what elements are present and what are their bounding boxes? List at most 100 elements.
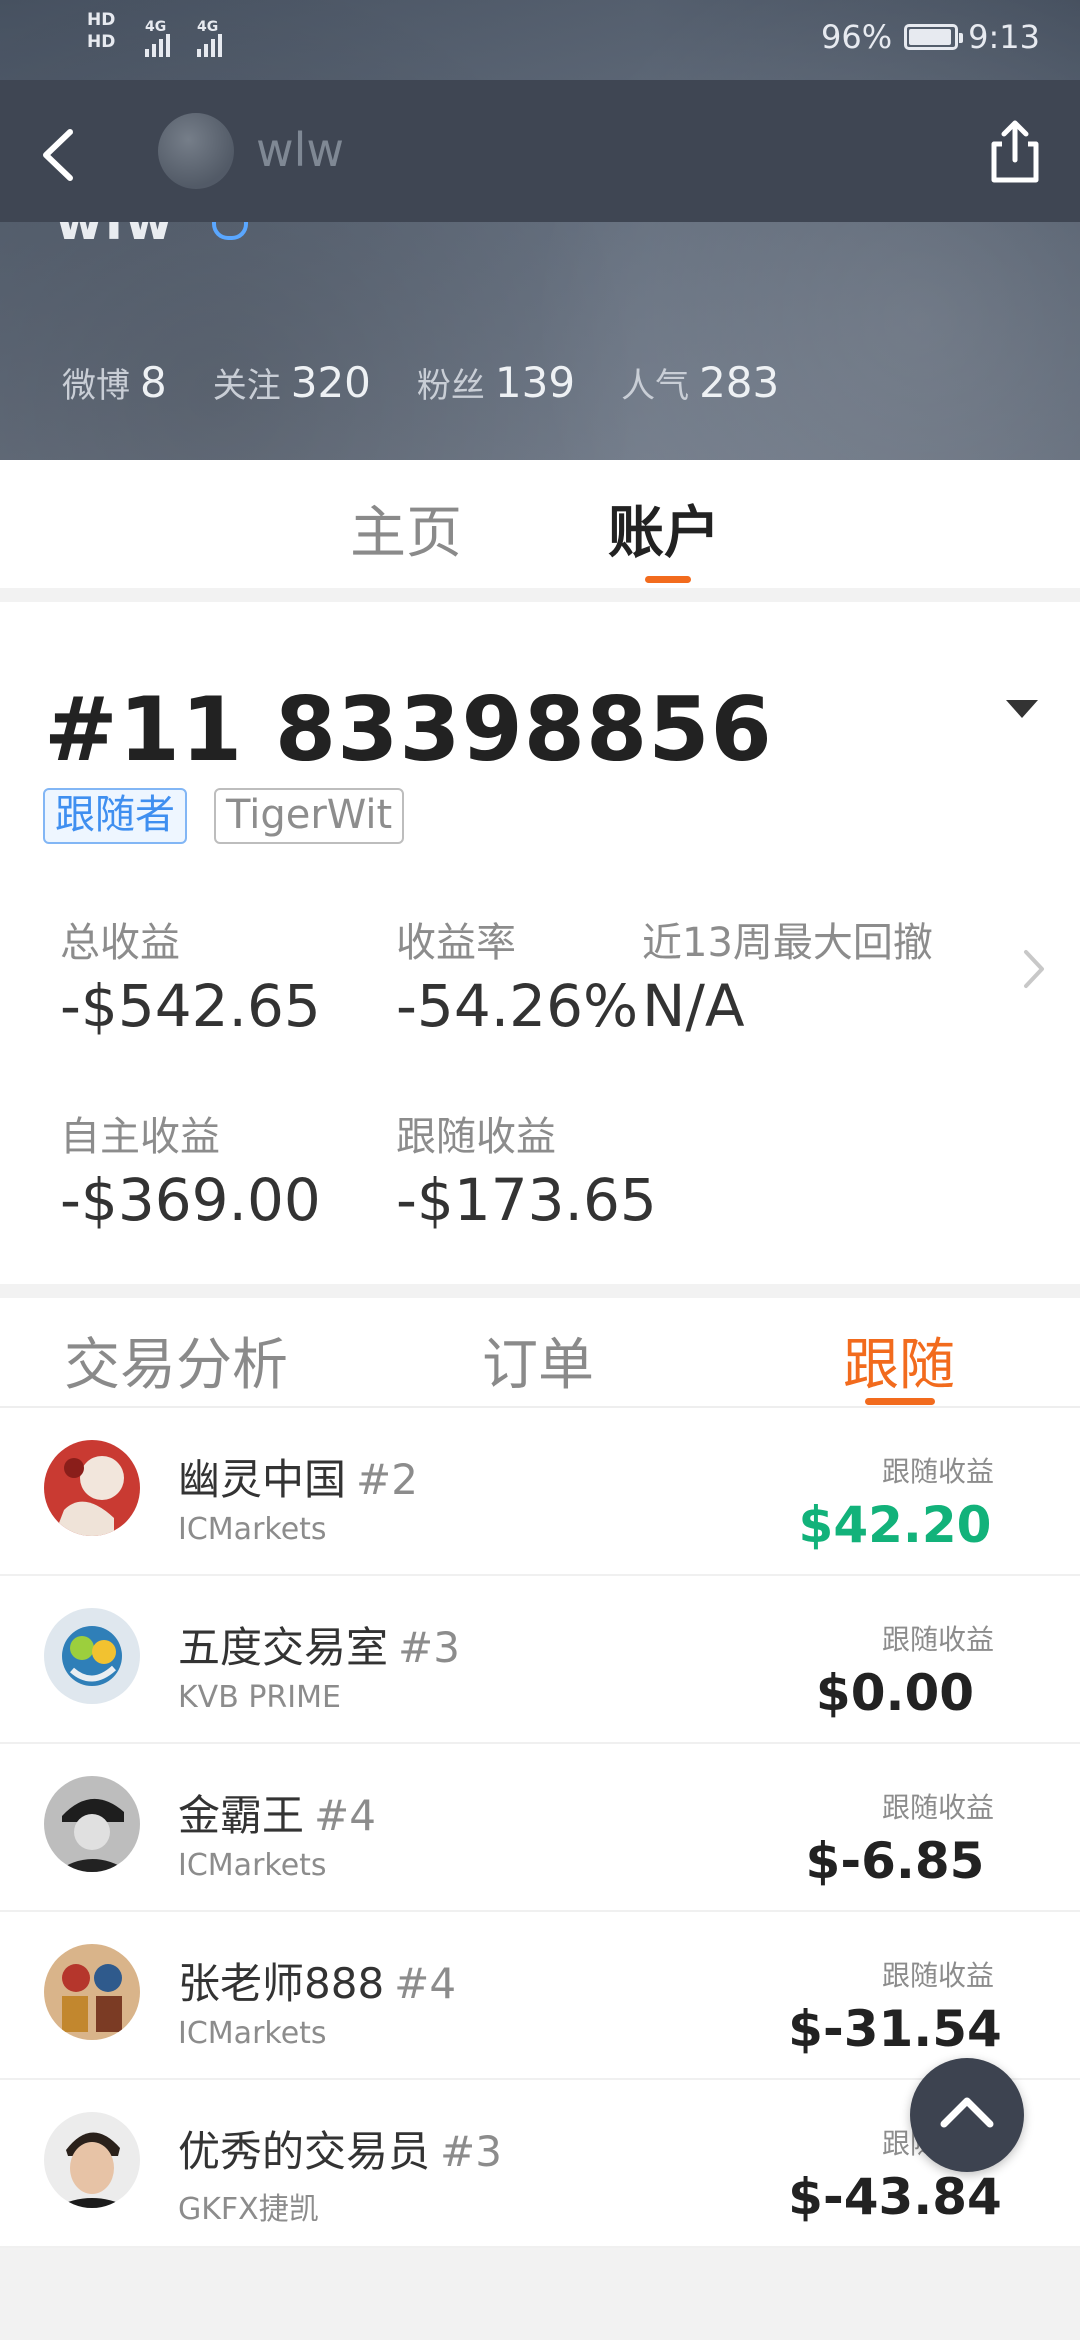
metric-self-profit: 自主收益 -$369.00: [60, 1104, 321, 1234]
metric-label: 自主收益: [60, 1114, 220, 1160]
trader-name: 五度交易室 #3: [178, 1614, 460, 1675]
trader-name: 张老师888 #4: [178, 1950, 456, 2011]
avatar: [44, 1776, 140, 1872]
trader-name-text: 金霸王: [178, 1791, 305, 1840]
stat-value: 320: [290, 358, 371, 407]
chevron-left-icon: [43, 129, 73, 181]
stat-fans[interactable]: 粉丝 139: [417, 358, 575, 407]
clock: 9:13: [968, 18, 1040, 56]
profile-banner: HD HD 4G 4G 96% 9:13 wlw 微博 8 关注 320 粉丝 …: [0, 0, 1080, 460]
account-summary-card: #11 83398856 跟随者 TigerWit 总收益 -$542.65 收…: [0, 602, 1080, 1284]
sim2-indicator: HD: [85, 32, 117, 51]
metric-value: N/A: [642, 972, 745, 1040]
tab-account[interactable]: 账户: [608, 488, 720, 569]
metric-label: 总收益: [60, 920, 180, 966]
stat-value: 283: [699, 358, 780, 407]
trader-broker: ICMarkets: [178, 2016, 327, 2051]
scroll-to-top-button[interactable]: [910, 2058, 1024, 2172]
nav-username: wlw: [256, 123, 345, 177]
stat-weibo[interactable]: 微博 8: [62, 358, 167, 407]
profit-value: $42.20: [798, 1496, 992, 1554]
stat-label: 微博: [62, 366, 130, 406]
metric-value: -$173.65: [396, 1166, 657, 1234]
share-icon: [991, 120, 1039, 183]
metrics-more-button[interactable]: [1016, 944, 1050, 994]
metric-value: -54.26%: [396, 972, 639, 1040]
stat-label: 粉丝: [416, 366, 485, 406]
back-button[interactable]: [30, 120, 90, 190]
account-dropdown-button[interactable]: [1002, 694, 1042, 724]
profile-stats: 微博 8 关注 320 粉丝 139 人气 283: [62, 358, 825, 407]
trader-name-text: 张老师888: [178, 1959, 385, 2008]
trader-name-text: 优秀的交易员: [178, 2127, 431, 2176]
profit-value: $-43.84: [788, 2168, 1002, 2226]
follower-tag: 跟随者: [43, 788, 187, 844]
active-tab-indicator: [645, 576, 691, 583]
list-item[interactable]: 张老师888 #4 ICMarkets 跟随收益 $-31.54: [0, 1912, 1080, 2080]
metric-return-rate: 收益率 -54.26%: [396, 910, 638, 1040]
main-tab-bar: 主页 账户: [0, 460, 1080, 588]
tab-trade-analysis[interactable]: 交易分析: [64, 1320, 288, 1401]
battery-icon: [904, 24, 964, 50]
trader-rank: #3: [440, 2127, 502, 2176]
trader-name: 优秀的交易员 #3: [178, 2118, 502, 2179]
trader-rank: #4: [394, 1959, 457, 2008]
trader-rank: #4: [314, 1791, 376, 1840]
stat-value: 8: [140, 358, 167, 407]
signal1-icon: [145, 34, 170, 57]
list-item[interactable]: 金霸王 #4 ICMarkets 跟随收益 $-6.85: [0, 1744, 1080, 1912]
list-item[interactable]: 幽灵中国 #2 ICMarkets 跟随收益 $42.20: [0, 1408, 1080, 1576]
stat-popularity: 人气 283: [621, 358, 779, 407]
avatar: [44, 2112, 140, 2208]
stat-label: 关注: [212, 366, 281, 406]
status-right: 96% 9:13: [821, 18, 1040, 56]
metric-value: -$369.00: [60, 1166, 321, 1234]
trader-broker: GKFX捷凯: [178, 2192, 319, 2227]
tab-orders[interactable]: 订单: [482, 1320, 594, 1401]
trader-broker: KVB PRIME: [178, 1680, 341, 1715]
metric-follow-profit: 跟随收益 -$173.65: [396, 1104, 657, 1234]
profit-value: $-31.54: [788, 2000, 1002, 2058]
profit-value: $-6.85: [805, 1832, 985, 1890]
sim1-hd-label: HD: [87, 10, 116, 30]
sim1-indicator: HD: [85, 10, 117, 29]
metric-value: -$542.65: [60, 972, 321, 1040]
trader-name: 幽灵中国 #2: [178, 1446, 418, 1507]
chevron-right-icon: [1024, 950, 1044, 988]
trader-name-text: 幽灵中国: [178, 1455, 347, 1504]
list-item[interactable]: 五度交易室 #3 KVB PRIME 跟随收益 $0.00: [0, 1576, 1080, 1744]
profit-label: 跟随收益: [881, 1791, 994, 1824]
stat-label: 人气: [621, 366, 690, 406]
stat-value: 139: [494, 358, 576, 407]
account-number: #11 83398856: [44, 678, 773, 781]
metric-label: 近13周最大回撤: [642, 920, 933, 966]
metric-total-profit: 总收益 -$542.65: [60, 910, 321, 1040]
tab-home[interactable]: 主页: [350, 488, 462, 569]
avatar[interactable]: [158, 113, 234, 189]
trader-rank: #3: [398, 1623, 460, 1672]
tab-follow[interactable]: 跟随: [843, 1320, 955, 1401]
trader-broker: ICMarkets: [178, 1848, 327, 1883]
avatar: [44, 1944, 140, 2040]
battery-percent: 96%: [821, 18, 893, 56]
sim2-hd-label: HD: [87, 32, 116, 52]
profit-label: 跟随收益: [881, 1455, 994, 1488]
avatar: [44, 1608, 140, 1704]
trader-name: 金霸王 #4: [178, 1782, 376, 1843]
share-button[interactable]: [980, 116, 1050, 188]
status-bar: HD HD 4G 4G 96% 9:13: [0, 0, 1080, 80]
broker-tag: TigerWit: [214, 788, 405, 844]
active-subtab-indicator: [865, 1398, 935, 1405]
avatar: [44, 1440, 140, 1536]
profit-label: 跟随收益: [881, 1623, 994, 1656]
stat-following[interactable]: 关注 320: [213, 358, 371, 407]
signal-indicators: HD HD 4G 4G: [85, 10, 265, 70]
top-nav-bar: wlw: [0, 80, 1080, 222]
trader-name-text: 五度交易室: [178, 1623, 389, 1672]
metric-max-drawdown: 近13周最大回撤 N/A: [642, 910, 933, 1040]
signal2-icon: [197, 34, 222, 57]
metric-label: 跟随收益: [396, 1114, 556, 1160]
profit-value: $0.00: [815, 1664, 975, 1722]
caret-down-icon: [1006, 700, 1038, 718]
profit-label: 跟随收益: [881, 1959, 994, 1992]
